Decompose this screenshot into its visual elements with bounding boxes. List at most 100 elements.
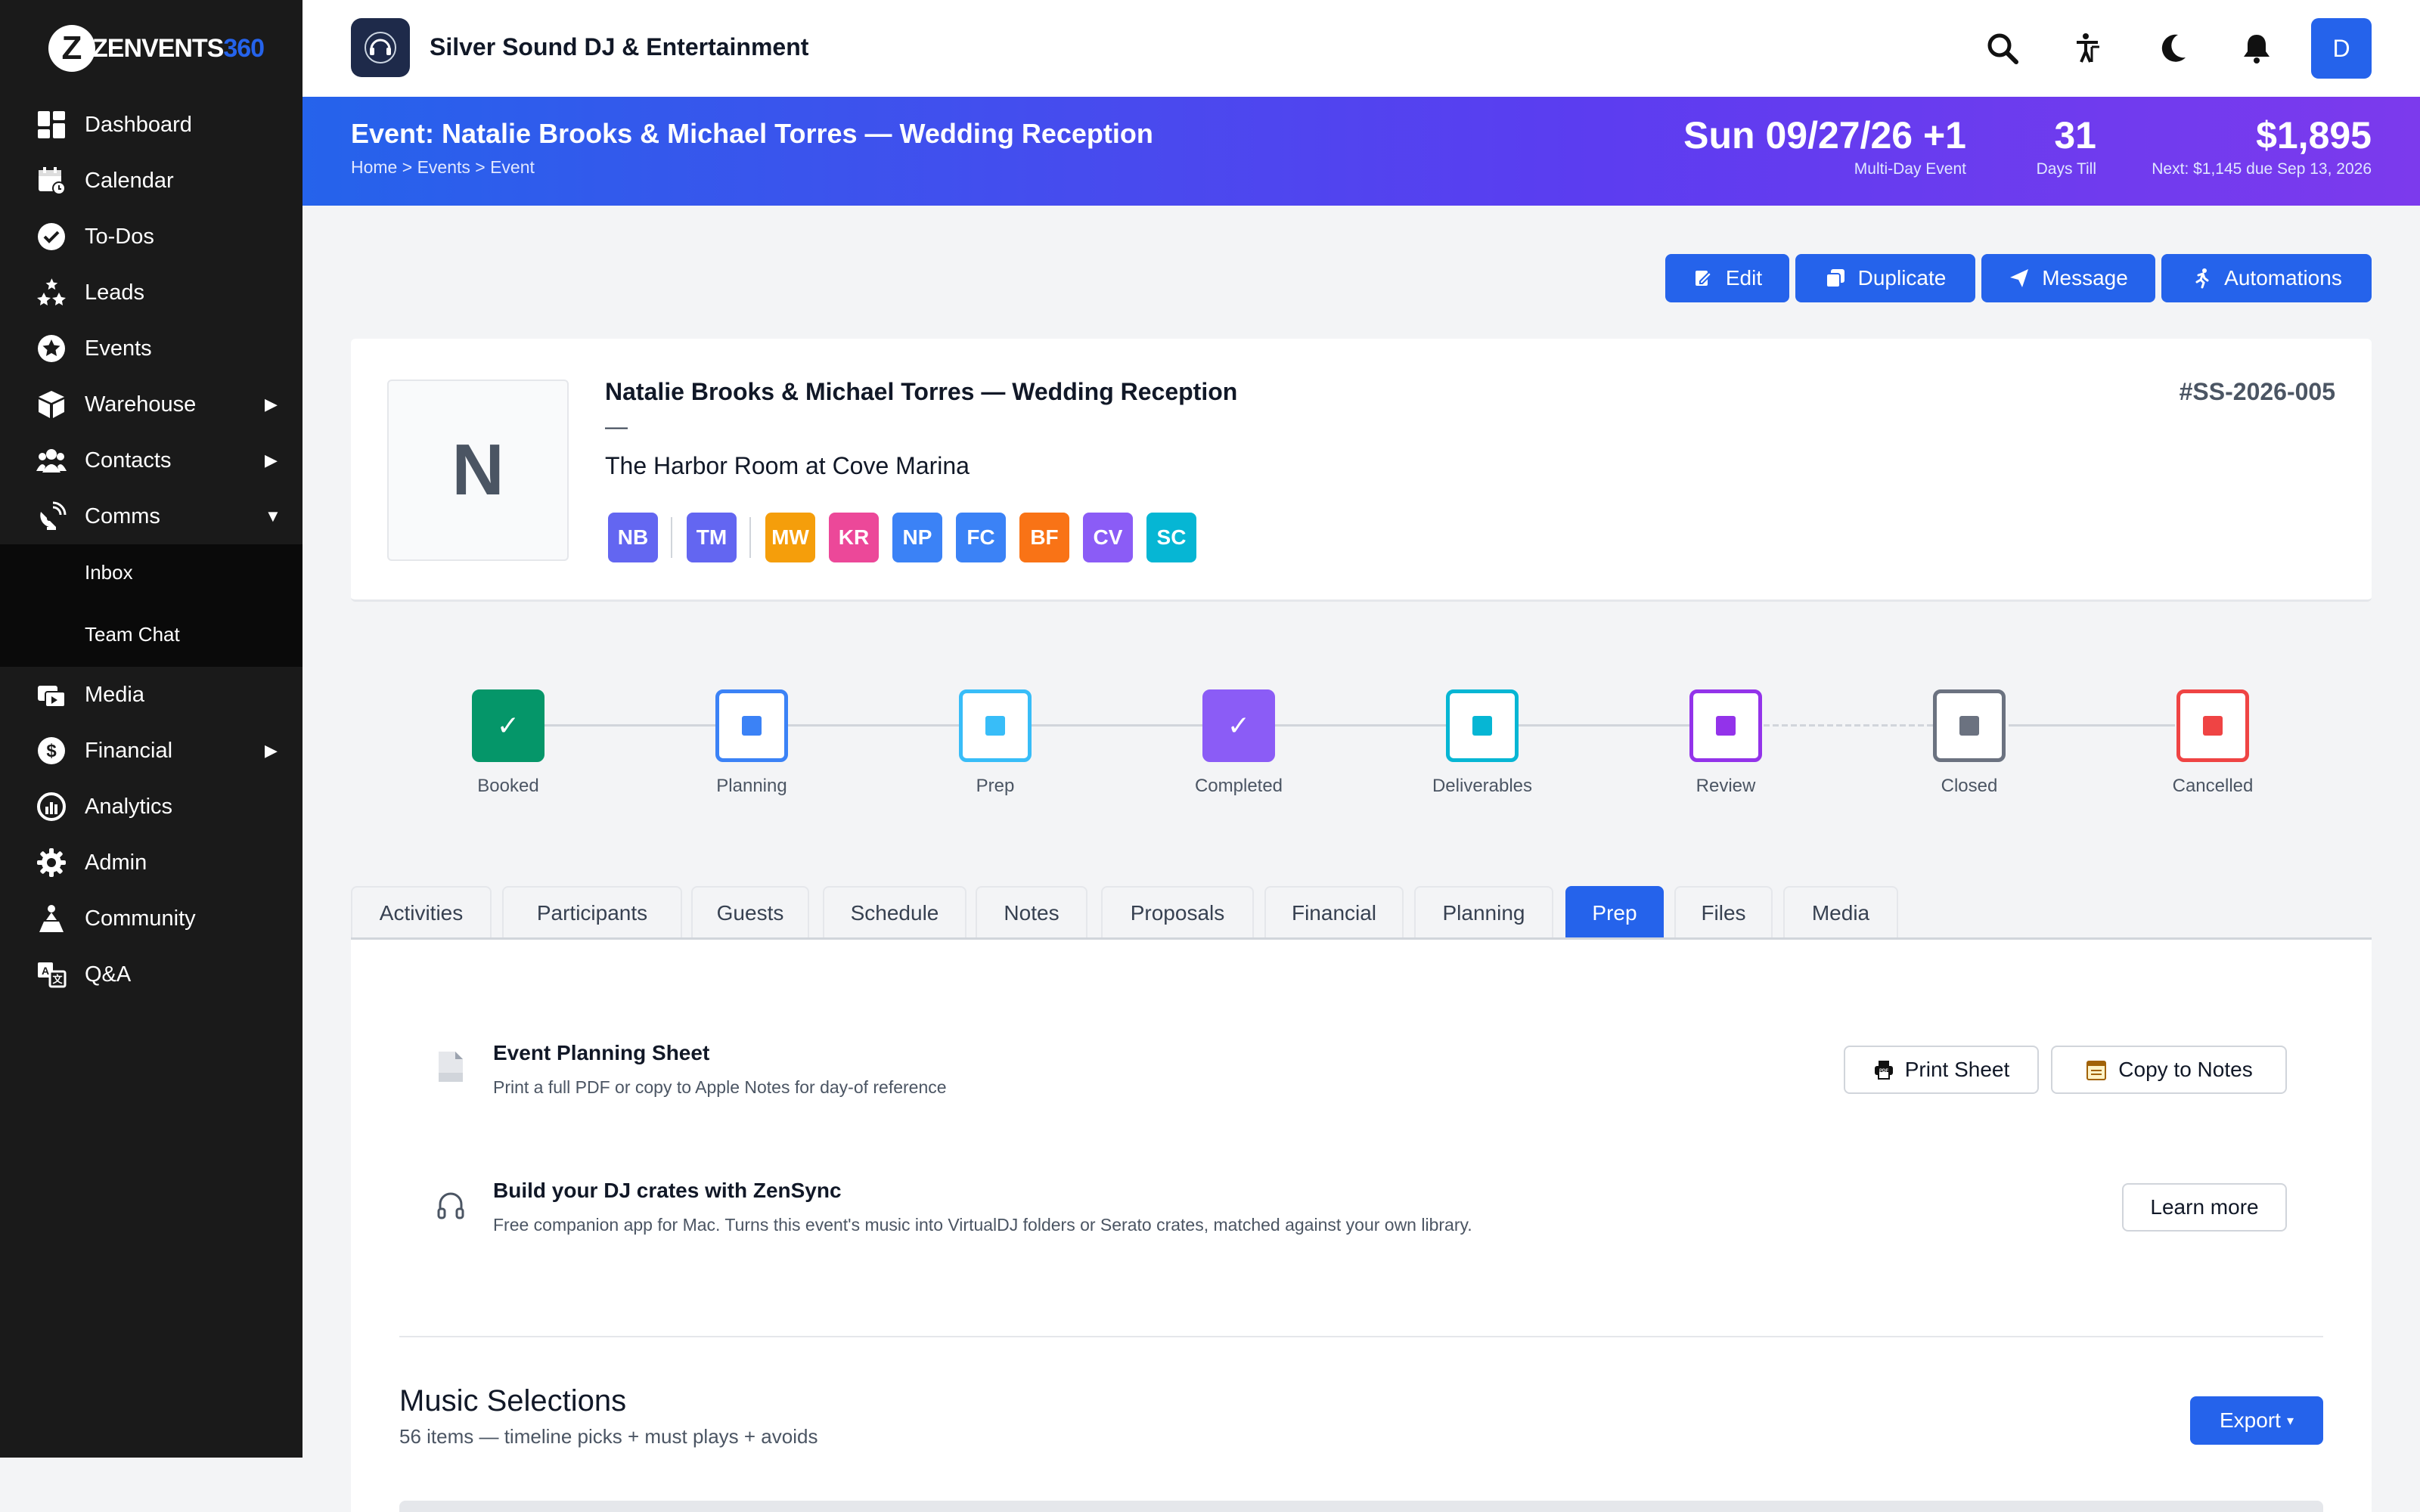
participant-chip[interactable]: KR: [829, 513, 879, 562]
stage-completed-node[interactable]: ✓: [1202, 689, 1275, 762]
sidebar-item-todos[interactable]: To-Dos: [0, 209, 302, 265]
send-icon: [2010, 269, 2029, 287]
prep-panel: Event Planning Sheet Print a full PDF or…: [351, 940, 2372, 1512]
tab-planning[interactable]: Planning: [1414, 886, 1553, 939]
tab-files[interactable]: Files: [1674, 886, 1773, 939]
sidebar-subitem-team-chat[interactable]: Team Chat: [85, 623, 180, 646]
edit-label: Edit: [1725, 266, 1763, 290]
stage-label: Completed: [1194, 776, 1283, 796]
stage-label: Cancelled: [2172, 776, 2254, 796]
stage-label: Booked: [477, 776, 539, 796]
pipeline-connector: [2009, 724, 2175, 727]
print-sheet-button[interactable]: PDF Print Sheet: [1844, 1046, 2039, 1094]
stage-label: Closed: [1941, 776, 1998, 796]
tab-media[interactable]: Media: [1783, 886, 1898, 939]
company-name: Silver Sound DJ & Entertainment: [430, 33, 809, 60]
stage-label: Review: [1696, 776, 1756, 796]
company-logo[interactable]: [351, 18, 410, 77]
sidebar-item-label: Contacts: [85, 448, 172, 472]
export-label: Export: [2220, 1408, 2281, 1432]
stage-planning-node[interactable]: [715, 689, 788, 762]
sidebar-item-leads[interactable]: Leads: [0, 265, 302, 321]
sidebar-item-contacts[interactable]: Contacts ▶: [0, 432, 302, 488]
sidebar-item-community[interactable]: Community: [0, 891, 302, 947]
box-icon: [33, 386, 70, 423]
stage-deliverables-node[interactable]: [1446, 689, 1519, 762]
stage-review-node[interactable]: [1689, 689, 1762, 762]
search-icon[interactable]: [1984, 30, 2021, 67]
message-button[interactable]: Message: [1981, 254, 2155, 302]
participant-chip[interactable]: FC: [956, 513, 1006, 562]
tab-guests[interactable]: Guests: [691, 886, 809, 939]
chevron-right-icon: ▶: [265, 395, 278, 414]
sidebar-item-dashboard[interactable]: Dashboard: [0, 97, 302, 153]
top-bar: Silver Sound DJ & Entertainment D: [302, 0, 2420, 97]
stars-icon: [33, 274, 70, 311]
printer-icon: PDF: [1874, 1061, 1893, 1080]
logo-text: ZENVENTS360: [92, 33, 265, 63]
automations-button[interactable]: Automations: [2161, 254, 2372, 302]
stage-prep-node[interactable]: [959, 689, 1032, 762]
users-icon: [33, 442, 70, 479]
stage-indicator: [742, 716, 762, 736]
sidebar-item-label: Q&A: [85, 962, 132, 987]
sidebar-item-media[interactable]: Media: [0, 667, 302, 723]
media-icon: [33, 677, 70, 713]
duplicate-button[interactable]: Duplicate: [1795, 254, 1975, 302]
sidebar-subitem-inbox[interactable]: Inbox: [85, 561, 133, 584]
tab-notes[interactable]: Notes: [976, 886, 1087, 939]
sidebar-item-label: Analytics: [85, 794, 173, 819]
tab-prep[interactable]: Prep: [1565, 886, 1664, 939]
sidebar-item-label: Media: [85, 682, 144, 707]
sidebar-item-qa[interactable]: A文 Q&A: [0, 947, 302, 1002]
participant-chip[interactable]: MW: [765, 513, 815, 562]
user-avatar[interactable]: D: [2311, 18, 2372, 79]
comms-subnav: Inbox Team Chat: [0, 544, 302, 667]
edit-button[interactable]: Edit: [1665, 254, 1789, 302]
tab-activities[interactable]: Activities: [351, 886, 492, 939]
tab-participants[interactable]: Participants: [502, 886, 682, 939]
app-logo[interactable]: Z ZENVENTS360: [48, 21, 265, 76]
participant-chip[interactable]: CV: [1083, 513, 1133, 562]
stage-label: Prep: [976, 776, 1015, 796]
participant-chip[interactable]: TM: [687, 513, 737, 562]
sidebar-item-label: Dashboard: [85, 112, 192, 137]
tab-proposals[interactable]: Proposals: [1101, 886, 1254, 939]
sidebar-item-comms[interactable]: Comms ▼: [0, 488, 302, 544]
stage-label: Deliverables: [1432, 776, 1533, 796]
pipeline-connector-dashed: [1764, 724, 1936, 727]
dollar-icon: $: [33, 733, 70, 769]
sidebar-item-calendar[interactable]: Calendar: [0, 153, 302, 209]
run-icon: [2195, 268, 2209, 289]
sidebar-item-admin[interactable]: Admin: [0, 835, 302, 891]
tab-financial[interactable]: Financial: [1264, 886, 1404, 939]
stage-cancelled-node[interactable]: [2176, 689, 2249, 762]
message-label: Message: [2042, 266, 2128, 290]
sidebar-item-analytics[interactable]: Analytics: [0, 779, 302, 835]
copy-to-notes-button[interactable]: Copy to Notes: [2051, 1046, 2287, 1094]
export-button[interactable]: Export ▾: [2190, 1396, 2323, 1445]
sidebar: Z ZENVENTS360 Dashboard Calendar To-Dos …: [0, 0, 302, 1458]
accessibility-icon[interactable]: [2069, 30, 2105, 67]
participant-chip[interactable]: NB: [608, 513, 658, 562]
chevron-right-icon: ▶: [265, 741, 278, 760]
learn-more-button[interactable]: Learn more: [2122, 1183, 2287, 1232]
sidebar-item-financial[interactable]: $ Financial ▶: [0, 723, 302, 779]
stage-indicator: [1959, 716, 1979, 736]
participant-chip[interactable]: NP: [892, 513, 942, 562]
participant-chip[interactable]: SC: [1146, 513, 1196, 562]
stage-closed-node[interactable]: [1933, 689, 2006, 762]
music-selections-title: Music Selections: [399, 1384, 627, 1418]
stage-indicator: ✓: [1227, 710, 1251, 741]
sidebar-item-warehouse[interactable]: Warehouse ▶: [0, 376, 302, 432]
sidebar-item-label: Financial: [85, 738, 173, 763]
participant-chip[interactable]: BF: [1019, 513, 1069, 562]
sidebar-item-label: Comms: [85, 503, 160, 528]
tab-schedule[interactable]: Schedule: [823, 886, 966, 939]
sidebar-item-events[interactable]: Events: [0, 321, 302, 376]
bell-icon[interactable]: [2238, 30, 2275, 67]
dashboard-icon: [33, 107, 70, 143]
moon-icon[interactable]: [2154, 30, 2190, 67]
stage-booked-node[interactable]: ✓: [472, 689, 544, 762]
breadcrumb[interactable]: Home > Events > Event: [351, 157, 535, 178]
